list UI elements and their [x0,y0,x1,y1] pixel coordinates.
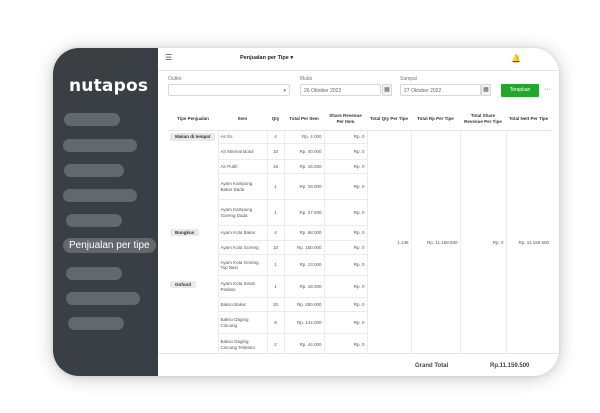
type-cell: Gofood [168,275,219,356]
share-cell: Rp. 0 [324,173,368,200]
qty-cell: 9 [267,311,285,334]
total-cell: Rp. 18.000 [284,275,325,298]
type-cell: Bungkus [168,225,219,276]
item-cell: Bakso Daging Cincang [218,311,268,334]
item-cell: Ayam Kota Bakar [218,225,268,241]
bell-icon[interactable]: 🔔 [511,54,521,63]
sales-type-badge: Gofood [170,280,196,288]
share-cell: Rp. 0 [324,275,368,298]
column-header[interactable]: Total Nett Per Tipe [506,108,551,131]
share-cell: Rp. 0 [324,311,368,334]
sidebar-item-placeholder[interactable] [66,267,122,280]
grand-total-value: Rp.11.159.500 [490,363,530,369]
item-cell: Air Es [218,130,268,144]
total-rp-per-type-cell: Rp. 11.159.500 [411,130,461,356]
main-content: ☰ Penjualan per Tipe ▾ 🔔 Outlet ▾ Mulai … [158,48,559,376]
start-date-input[interactable]: 26 Oktober 2022 [300,84,381,96]
apply-button[interactable]: Terapkan [501,84,539,97]
sidebar-item-placeholder[interactable] [66,292,140,305]
column-header[interactable]: Total Share Revenue Per Tipe [460,108,506,131]
share-cell: Rp. 0 [324,143,368,160]
end-date-input[interactable]: 27 Oktober 2022 [400,84,481,96]
sales-type-badge: Bungkus [170,228,200,236]
share-cell: Rp. 0 [324,225,368,241]
sidebar-item-placeholder[interactable] [63,189,137,202]
qty-cell: 20 [267,297,285,312]
total-cell: Rp. 68.000 [284,225,325,241]
column-header[interactable]: Share Revenue Per Item [324,108,367,131]
column-header[interactable]: Qty [267,108,284,131]
calendar-icon[interactable]: ▦ [382,84,392,96]
outlet-label: Outlet [168,76,182,82]
chevron-down-icon: ▾ [283,88,286,94]
total-qty-per-type-cell: 1.136 [367,130,412,356]
qty-cell: 4 [267,225,285,241]
more-options-icon[interactable]: ··· [544,86,551,93]
total-cell: Rp. 4.000 [284,130,325,144]
qty-cell: 1 [267,199,285,226]
sidebar-item-placeholder[interactable] [63,139,137,152]
type-cell: Makan di tempat [168,130,219,226]
outlet-select[interactable]: ▾ [168,84,290,96]
share-cell: Rp. 0 [324,254,368,276]
sidebar-item-placeholder[interactable] [66,214,122,227]
qty-cell: 1 [267,254,285,276]
total-cell: Rp. 29.000 [284,173,325,200]
sales-type-badge: Makan di tempat [170,133,216,141]
end-date-label: Sampai [400,76,417,82]
total-share-per-type-cell: Rp. 0 [460,130,507,356]
item-cell: Ayam Kota Siram Pedass [218,275,268,298]
qty-cell: 1 [267,173,285,200]
qty-cell: 1 [267,275,285,298]
qty-cell: 16 [267,159,285,174]
item-cell: Bakso Bakar [218,297,268,312]
app-logo: nutapos [69,76,149,96]
total-cell: Rp. 13.000 [284,254,325,276]
report-type-dropdown[interactable]: Penjualan per Tipe ▾ [240,55,293,61]
share-cell: Rp. 0 [324,199,368,226]
app-window: nutapos Penjualan per tipe ☰ Penjualan p… [53,48,559,376]
share-cell: Rp. 0 [324,240,368,255]
item-cell: Ayam Kota Goreng [218,240,268,255]
item-cell: Ayam Kampung Goreng Dada [218,199,268,226]
column-header[interactable]: Total Rp Per Tipe [411,108,460,131]
qty-cell: 10 [267,143,285,160]
top-bar: ☰ Penjualan per Tipe ▾ 🔔 [158,48,559,71]
sidebar-item-placeholder[interactable] [68,317,124,330]
column-header[interactable]: Item [218,108,267,131]
total-cell: Rp. 40.000 [284,143,325,160]
total-nett-per-type-cell: Rp. 11.159.500 [506,130,551,356]
column-header[interactable]: Tipe Penjualan [168,108,218,131]
item-cell: Air Mineral Botol [218,143,268,160]
share-cell: Rp. 0 [324,130,368,144]
hamburger-icon[interactable]: ☰ [165,53,172,62]
column-header[interactable]: Total Per Item [284,108,324,131]
item-cell: Ayam Kota Goreng Tsp Nasi [218,254,268,276]
table-header-row: Tipe Penjualan Item Qty Total Per Item S… [168,108,551,131]
table-row: Makan di tempat Air Es 4 Rp. 4.000 Rp. 0… [168,130,551,356]
item-cell: Air Putih [218,159,268,174]
share-cell: Rp. 0 [324,159,368,174]
sales-by-type-table: Tipe Penjualan Item Qty Total Per Item S… [168,108,551,356]
grand-total-label: Grand Total [415,363,449,369]
total-cell: Rp. 150.000 [284,240,325,255]
total-cell: Rp. 250.000 [284,297,325,312]
total-cell: Rp. 144.000 [284,311,325,334]
qty-cell: 10 [267,240,285,255]
qty-cell: 4 [267,130,285,144]
sidebar: nutapos Penjualan per tipe [53,48,158,376]
sidebar-item-penjualan-per-tipe[interactable]: Penjualan per tipe [63,238,156,253]
total-cell: Rp. 27.000 [284,199,325,226]
column-header[interactable]: Total Qty Per Tipe [367,108,411,131]
start-date-label: Mulai [300,76,312,82]
item-cell: Ayam Kampung Bakar Dada [218,173,268,200]
calendar-icon[interactable]: ▦ [481,84,491,96]
sidebar-item-placeholder[interactable] [64,113,120,126]
share-cell: Rp. 0 [324,297,368,312]
sidebar-item-placeholder[interactable] [64,164,124,177]
grand-total-bar: Grand Total Rp.11.159.500 [158,353,559,376]
total-cell: Rp. 16.000 [284,159,325,174]
